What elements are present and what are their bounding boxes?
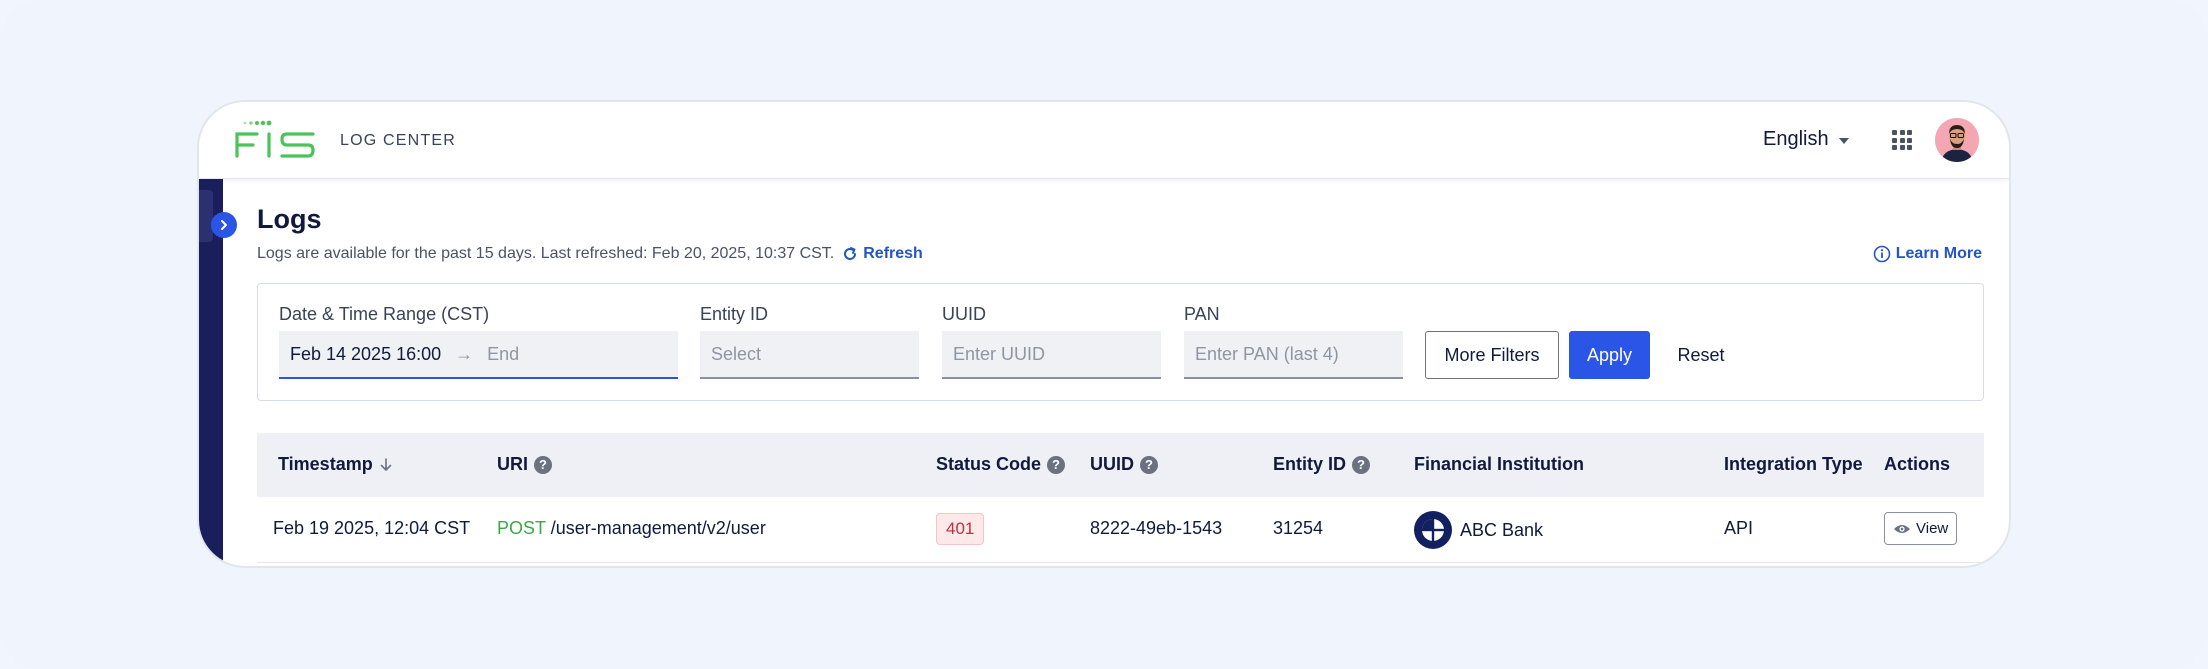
help-icon[interactable]: ? [1047, 455, 1066, 474]
eye-icon [1894, 524, 1910, 533]
column-label: Actions [1884, 454, 1951, 474]
page-background: LOG CENTER English Logs Logs are availab… [0, 0, 2208, 669]
page-title: Logs [257, 204, 322, 234]
cell-financial-institution: ABC Bank [1414, 511, 1543, 549]
uri-path: /user-management/v2/user [550, 518, 766, 538]
pan-placeholder: Enter PAN (last 4) [1195, 343, 1339, 364]
help-icon[interactable]: ? [1140, 455, 1158, 474]
chevron-right-icon [221, 220, 227, 230]
learn-more-label: Learn More [1895, 245, 1982, 262]
subtitle-text: Logs are available for the past 15 days.… [257, 245, 835, 262]
http-method: POST [497, 518, 546, 538]
page-subtitle: Logs are available for the past 15 days.… [257, 245, 923, 263]
learn-more-link[interactable]: Learn More [1873, 245, 1982, 263]
arrow-right-icon: → [455, 343, 474, 364]
language-selector[interactable]: English [1763, 128, 1849, 151]
more-filters-button[interactable]: More Filters [1425, 331, 1559, 379]
cell-entity-id: 31254 [1273, 518, 1324, 538]
column-timestamp[interactable]: Timestamp [278, 454, 393, 475]
uuid-label: UUID [942, 304, 986, 324]
avatar[interactable] [1935, 118, 1979, 162]
filter-panel: Date & Time Range (CST) Feb 14 2025 16:0… [257, 283, 1984, 401]
table-header: Timestamp URI ? Status Code ? UUID ? Ent… [257, 433, 1984, 497]
uuid-input[interactable]: Enter UUID [942, 331, 1161, 379]
column-label: Status Code [936, 454, 1042, 474]
language-label: English [1763, 128, 1829, 150]
column-label: Entity ID [1273, 454, 1347, 474]
column-financial-institution: Financial Institution [1414, 454, 1584, 475]
caret-down-icon [1838, 137, 1849, 144]
column-label: Timestamp [278, 454, 373, 474]
fis-logo[interactable] [235, 120, 317, 158]
column-label: Integration Type [1724, 454, 1863, 474]
column-uri: URI ? [497, 454, 552, 475]
view-label: View [1916, 520, 1949, 537]
bank-logo-icon [1414, 511, 1452, 549]
column-integration-type: Integration Type [1724, 454, 1863, 475]
column-label: URI [497, 454, 528, 474]
cell-uuid: 8222-49eb-1543 [1090, 518, 1223, 538]
help-icon[interactable]: ? [534, 455, 552, 474]
column-label: UUID [1090, 454, 1134, 474]
column-actions: Actions [1884, 454, 1950, 475]
refresh-label: Refresh [863, 245, 923, 262]
date-range-field[interactable]: Feb 14 2025 16:00 → End [279, 331, 678, 379]
date-end-placeholder: End [487, 343, 520, 364]
top-bar: LOG CENTER English [199, 102, 2009, 179]
pan-label: PAN [1184, 304, 1220, 324]
app-title: LOG CENTER [340, 132, 457, 149]
cell-uri: POST /user-management/v2/user [497, 518, 766, 539]
cell-timestamp: Feb 19 2025, 12:04 CST [273, 518, 471, 538]
reset-button[interactable]: Reset [1660, 331, 1742, 379]
status-badge: 401 [936, 513, 985, 545]
user-avatar-icon [1935, 118, 1979, 162]
apply-button[interactable]: Apply [1569, 331, 1650, 379]
cell-integration-type: API [1724, 518, 1754, 538]
view-button[interactable]: View [1884, 512, 1958, 545]
refresh-icon [844, 247, 857, 260]
sidebar-item[interactable] [199, 190, 213, 242]
entity-id-label: Entity ID [700, 304, 769, 324]
date-range-label: Date & Time Range (CST) [279, 304, 490, 324]
column-status-code: Status Code ? [936, 454, 1066, 475]
column-uuid: UUID ? [1090, 454, 1158, 475]
table-row[interactable]: Feb 19 2025, 12:04 CST POST /user-manage… [257, 497, 1984, 563]
column-entity-id: Entity ID ? [1273, 454, 1371, 475]
info-icon [1873, 245, 1891, 263]
sort-descending-icon[interactable] [379, 457, 393, 473]
app-grid-icon[interactable] [1892, 130, 1912, 150]
column-label: Financial Institution [1414, 454, 1584, 474]
help-icon[interactable]: ? [1352, 455, 1371, 474]
pan-input[interactable]: Enter PAN (last 4) [1184, 331, 1403, 379]
refresh-button[interactable]: Refresh [842, 245, 923, 263]
uuid-placeholder: Enter UUID [953, 343, 1046, 364]
sidebar-expand-button[interactable] [211, 212, 237, 238]
entity-id-placeholder: Select [711, 343, 762, 364]
bank-name: ABC Bank [1460, 519, 1544, 540]
date-start-value: Feb 14 2025 16:00 [290, 343, 442, 364]
app-window: LOG CENTER English Logs Logs are availab… [197, 100, 2011, 568]
entity-id-select[interactable]: Select [700, 331, 919, 379]
